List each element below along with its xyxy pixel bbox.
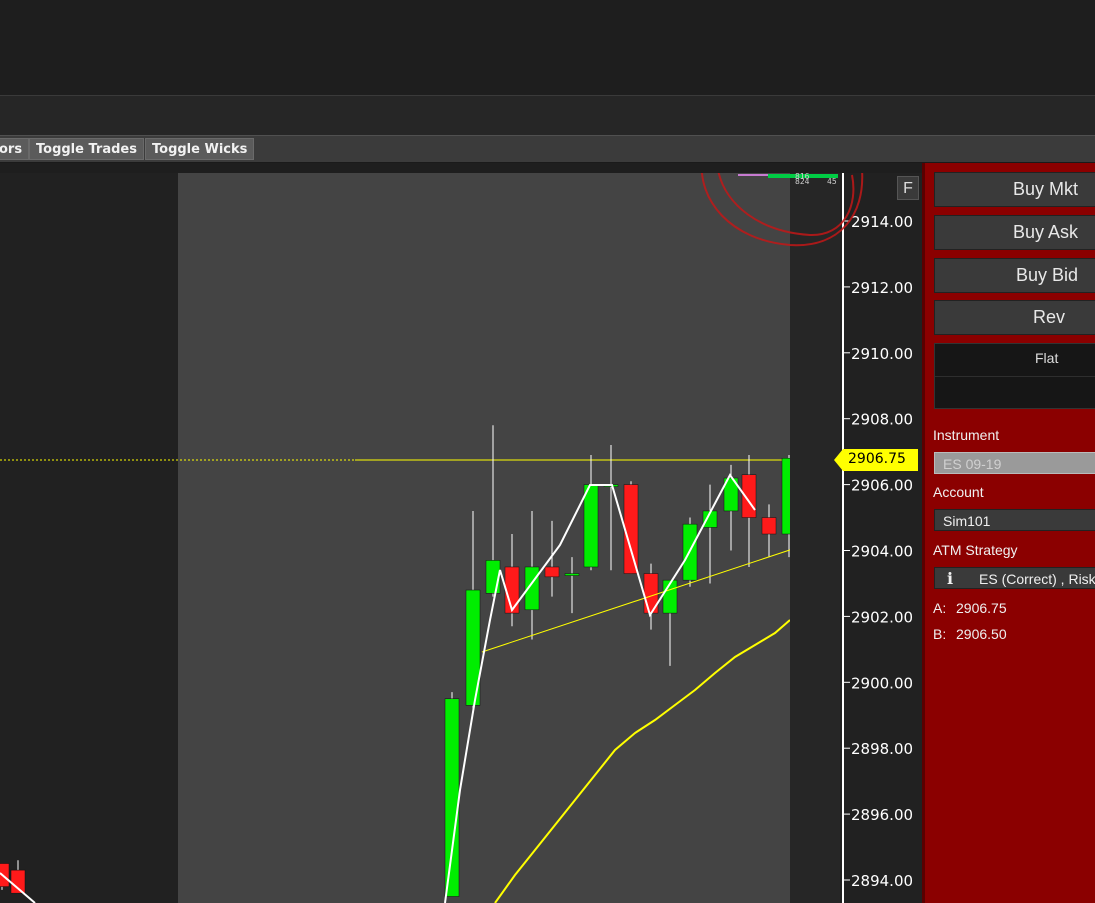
chart-trader-panel: Buy Mkt Buy Ask Buy Bid Rev Flat Instrum… (922, 163, 1095, 903)
price-chart[interactable]: 2914.00 2912.00 2910.00 2908.00 2906.00 2904.… (0, 173, 922, 903)
right-margin-area (790, 173, 840, 903)
y-axis-tick-label: 2908.00 (851, 411, 913, 429)
last-price-marker: 2906.75 (834, 449, 918, 471)
bid-label: B: (933, 626, 947, 642)
position-display: Flat (934, 343, 1095, 409)
candle-down (544, 566, 560, 578)
last-price-label: 2906.75 (848, 451, 906, 467)
f-button[interactable]: F (897, 176, 919, 200)
atm-strategy-select[interactable]: i ES (Correct) , Risk (934, 567, 1095, 589)
session-background (178, 173, 790, 903)
info-icon: i (947, 569, 954, 588)
toggle-indicators-button[interactable]: ors (0, 138, 30, 160)
mini-label-45: 45 (827, 177, 837, 186)
y-axis-tick-label: 2902.00 (851, 608, 913, 626)
y-axis: 2914.00 2912.00 2910.00 2908.00 2906.00 2904.… (843, 213, 913, 890)
candle-down (623, 484, 639, 574)
ask-quote: A: 2906.75 (933, 600, 1007, 616)
candle-up (583, 484, 599, 568)
position-label: Flat (1035, 350, 1059, 366)
candle-down (761, 517, 777, 535)
candle-up (444, 698, 460, 897)
bid-value: 2906.50 (956, 626, 1007, 642)
atm-strategy-label: ATM Strategy (933, 542, 1018, 558)
rev-button[interactable]: Rev (934, 300, 1095, 335)
bid-quote: B: 2906.50 (933, 626, 1007, 642)
buy-bid-label: Buy Bid (1015, 265, 1078, 285)
buy-mkt-label: Buy Mkt (1012, 179, 1078, 199)
menu-bar (0, 95, 1095, 135)
y-axis-tick-label: 2910.00 (851, 345, 913, 363)
y-axis-tick-label: 2900.00 (851, 674, 913, 692)
ask-label: A: (933, 600, 947, 616)
atm-strategy-value: ES (Correct) , Risk (979, 571, 1095, 587)
candle-down (504, 566, 520, 614)
chart-canvas[interactable]: 2914.00 2912.00 2910.00 2908.00 2906.00 2904.… (0, 173, 922, 903)
chart-toolbar: ors Toggle Trades Toggle Wicks (0, 135, 1095, 163)
y-axis-tick-label: 2904.00 (851, 543, 913, 561)
candle-up (564, 573, 580, 576)
y-axis-tick-label: 2898.00 (851, 740, 913, 758)
account-select[interactable]: Sim101 (934, 509, 1095, 531)
buy-bid-button[interactable]: Buy Bid (934, 258, 1095, 293)
y-axis-tick-label: 2906.00 (851, 477, 913, 495)
ask-value: 2906.75 (956, 600, 1007, 616)
y-axis-tick-label: 2914.00 (851, 213, 913, 231)
account-label: Account (933, 484, 984, 500)
mini-label-824: 824 (795, 177, 810, 186)
toggle-trades-button[interactable]: Toggle Trades (29, 138, 144, 160)
buy-mkt-button[interactable]: Buy Mkt (934, 172, 1095, 207)
instrument-field[interactable]: ES 09-19 (934, 452, 1095, 474)
buy-ask-button[interactable]: Buy Ask (934, 215, 1095, 250)
y-axis-tick-label: 2896.00 (851, 806, 913, 824)
mini-bar-purple (738, 174, 768, 176)
y-axis-tick-label: 2912.00 (851, 279, 913, 297)
rev-label: Rev (1032, 307, 1065, 327)
buy-ask-label: Buy Ask (1012, 222, 1078, 242)
window-title-bar (0, 0, 1095, 95)
instrument-label: Instrument (933, 427, 1000, 443)
y-axis-tick-label: 2894.00 (851, 872, 913, 890)
toggle-wicks-button[interactable]: Toggle Wicks (145, 138, 255, 160)
